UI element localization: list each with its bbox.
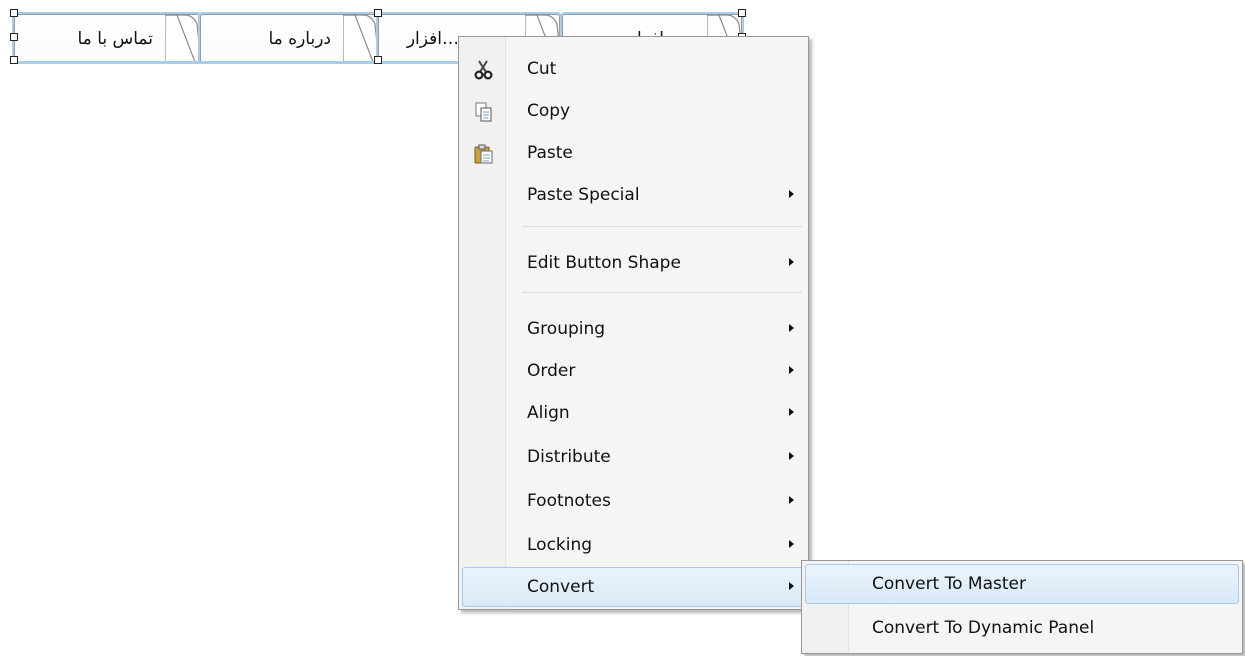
menu-item-label: Footnotes [527, 491, 611, 511]
menu-item-label: Locking [527, 535, 593, 555]
submenu-arrow-icon [789, 496, 794, 504]
menu-item-label: Convert [527, 577, 595, 597]
menu-item-label: Paste Special [527, 185, 640, 205]
menu-item-label: Cut [527, 59, 557, 79]
submenu-arrow-icon [789, 190, 794, 198]
menu-item-grouping[interactable]: Grouping [462, 309, 805, 349]
resize-handle-bottom-middle[interactable] [374, 56, 382, 64]
menu-item-convert-to-dynamic-panel[interactable]: Convert To Dynamic Panel [805, 608, 1239, 648]
menu-item-paste[interactable]: Paste [462, 133, 805, 173]
menu-item-convert-to-master[interactable]: Convert To Master [805, 564, 1239, 604]
tab-about-us[interactable]: درباره ما [198, 12, 380, 64]
submenu-arrow-icon [789, 366, 794, 374]
menu-item-label: Edit Button Shape [527, 253, 681, 273]
menu-item-label: Align [527, 403, 570, 423]
menu-item-label: Convert To Master [872, 574, 1026, 594]
tab-label: …افزار [406, 29, 459, 49]
menu-item-label: Convert To Dynamic Panel [872, 618, 1095, 638]
menu-separator [522, 292, 802, 293]
submenu-arrow-icon [789, 258, 794, 266]
convert-submenu: Convert To Master Convert To Dynamic Pan… [801, 560, 1243, 654]
tab-label: درباره ما [268, 29, 332, 49]
scissors-icon [474, 60, 493, 80]
tab-contact-us[interactable]: تماس با ما [12, 12, 202, 64]
resize-handle-top-middle[interactable] [374, 9, 382, 17]
tab-label: تماس با ما [77, 29, 154, 49]
menu-item-locking[interactable]: Locking [462, 525, 805, 565]
copy-icon [475, 102, 492, 122]
menu-item-paste-special[interactable]: Paste Special [462, 175, 805, 215]
submenu-arrow-icon [789, 324, 794, 332]
context-menu: Cut Copy Paste Paste Special Edit Button… [458, 36, 809, 610]
submenu-arrow-icon [789, 408, 794, 416]
menu-item-convert[interactable]: Convert [462, 567, 805, 607]
resize-handle-left[interactable] [10, 33, 18, 41]
submenu-arrow-icon [789, 540, 794, 548]
resize-handle-top-right[interactable] [738, 9, 746, 17]
tab-fold-shape [165, 14, 201, 62]
paste-icon [474, 144, 493, 164]
menu-item-label: Order [527, 361, 576, 381]
submenu-arrow-icon [789, 452, 794, 460]
menu-item-align[interactable]: Align [462, 393, 805, 433]
menu-item-label: Distribute [527, 447, 611, 467]
menu-item-edit-button-shape[interactable]: Edit Button Shape [462, 243, 805, 283]
menu-item-cut[interactable]: Cut [462, 49, 805, 89]
menu-item-distribute[interactable]: Distribute [462, 437, 805, 477]
menu-item-copy[interactable]: Copy [462, 91, 805, 131]
menu-item-label: Copy [527, 101, 571, 121]
menu-item-label: Paste [527, 143, 573, 163]
menu-item-footnotes[interactable]: Footnotes [462, 481, 805, 521]
resize-handle-bottom-left[interactable] [10, 56, 18, 64]
tab-fold-shape [343, 14, 379, 62]
submenu-arrow-icon [789, 582, 794, 590]
menu-item-label: Grouping [527, 319, 606, 339]
menu-item-order[interactable]: Order [462, 351, 805, 391]
resize-handle-top-left[interactable] [10, 9, 18, 17]
menu-separator [522, 226, 802, 227]
